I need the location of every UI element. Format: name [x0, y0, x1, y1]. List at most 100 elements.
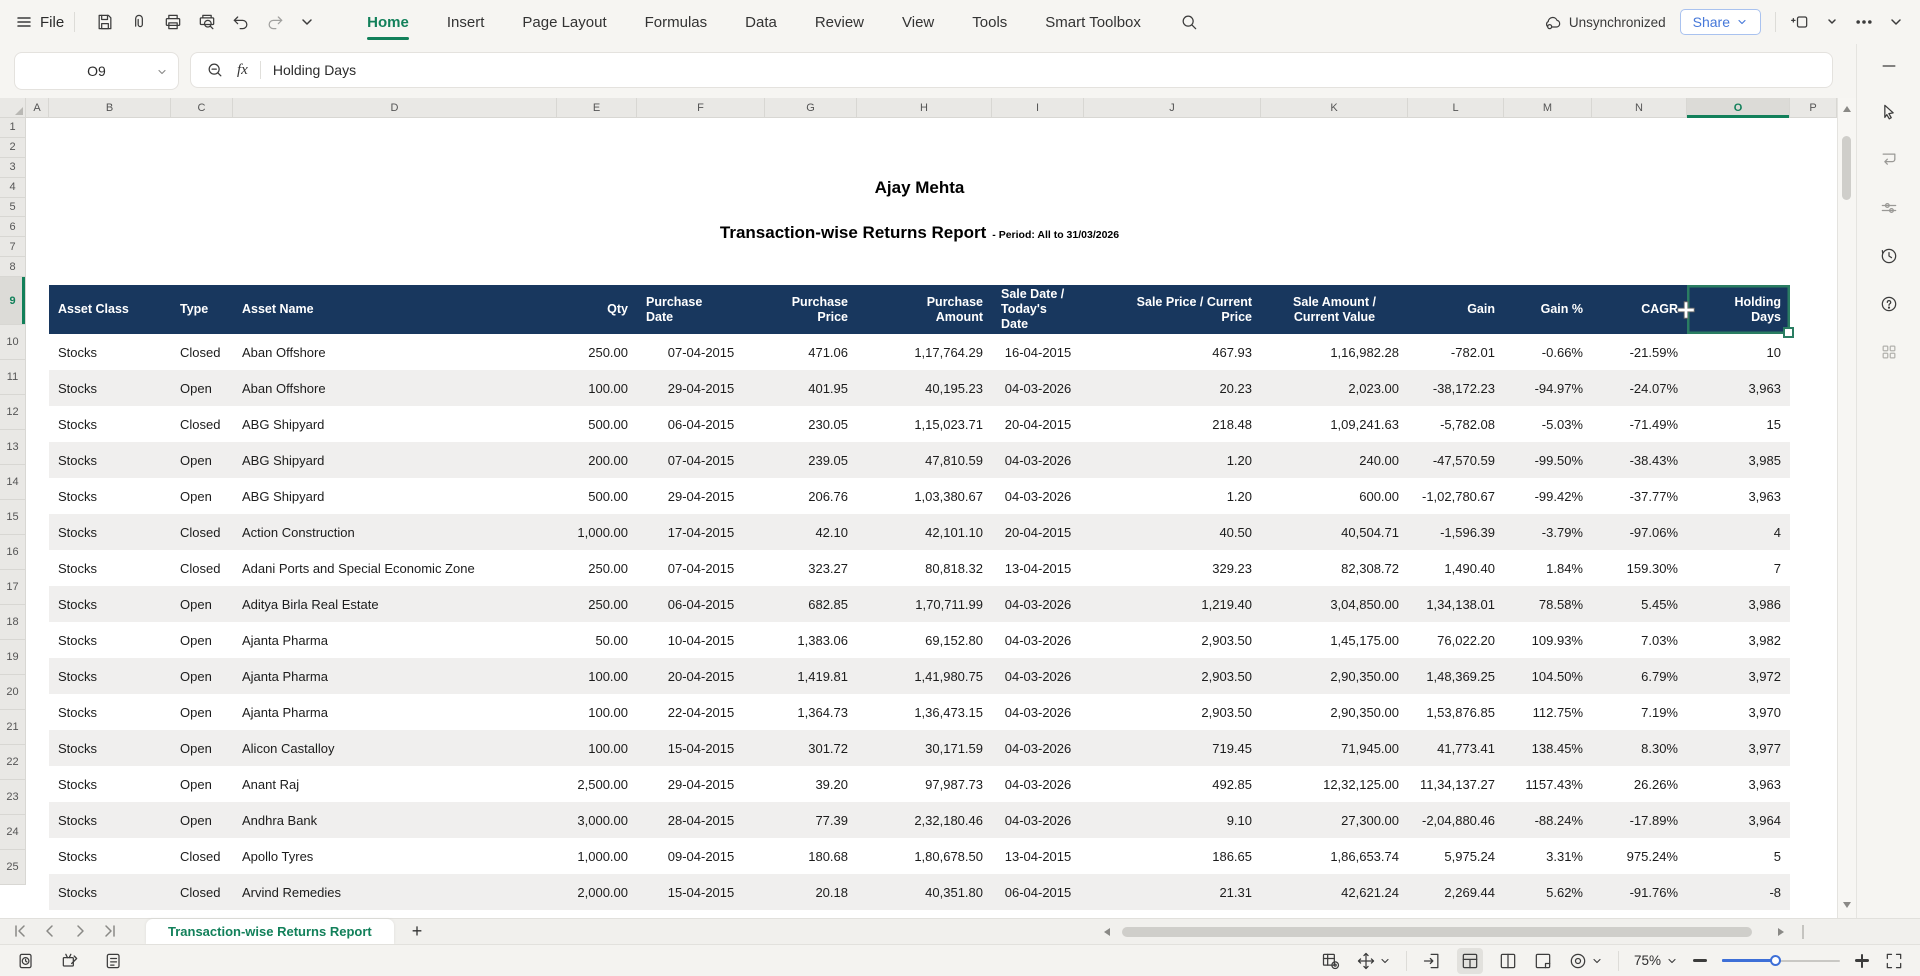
focus-mode-icon[interactable] [1568, 951, 1588, 971]
cell[interactable]: 3,000.00 [557, 802, 637, 838]
column-header-O[interactable]: O [1687, 98, 1790, 118]
cell[interactable]: Stocks [49, 874, 171, 910]
cursor-select-icon[interactable] [1879, 102, 1899, 122]
cell[interactable]: 230.05 [765, 406, 857, 442]
cell[interactable]: 76,022.20 [1408, 622, 1504, 658]
apps-grid-icon[interactable] [1879, 342, 1899, 362]
zoom-in-button[interactable] [1855, 953, 1869, 968]
cell[interactable]: 07-04-2015 [637, 442, 765, 478]
cell[interactable]: -21.59% [1592, 334, 1687, 370]
fullscreen-icon[interactable] [1884, 951, 1904, 971]
cell[interactable]: 20-04-2015 [637, 658, 765, 694]
cell[interactable]: 240.00 [1261, 442, 1408, 478]
cell[interactable]: 1,419.81 [765, 658, 857, 694]
cell[interactable]: Stocks [49, 586, 171, 622]
cell[interactable]: 492.85 [1084, 766, 1261, 802]
cell[interactable]: Open [171, 478, 233, 514]
cell[interactable]: 3,986 [1687, 586, 1790, 622]
row-header-22[interactable]: 22 [0, 745, 26, 780]
menu-tab-tools[interactable]: Tools [972, 0, 1007, 44]
row-header-24[interactable]: 24 [0, 815, 26, 850]
cell[interactable]: -782.01 [1408, 334, 1504, 370]
cell[interactable]: 1.84% [1504, 550, 1592, 586]
cell[interactable]: 39.20 [765, 766, 857, 802]
column-title-8[interactable]: Sale Price / Current Price [1084, 285, 1261, 334]
cell[interactable]: 471.06 [765, 334, 857, 370]
cell[interactable]: 180.68 [765, 838, 857, 874]
cell[interactable]: 1,15,023.71 [857, 406, 992, 442]
cell[interactable]: 29-04-2015 [637, 370, 765, 406]
cell[interactable]: Stocks [49, 550, 171, 586]
last-sheet-icon[interactable] [102, 923, 118, 939]
cell[interactable]: 3,972 [1687, 658, 1790, 694]
formula-bar[interactable]: fx Holding Days [190, 52, 1833, 88]
menu-tab-formulas[interactable]: Formulas [645, 0, 708, 44]
selected-cell-O9[interactable]: Holding Days [1677, 285, 1794, 338]
vertical-scrollbar[interactable] [1837, 98, 1856, 918]
normal-view-button[interactable] [1456, 947, 1483, 974]
cell[interactable]: 138.45% [1504, 730, 1592, 766]
horizontal-scroll-thumb[interactable] [1122, 927, 1752, 937]
cell[interactable]: 5.45% [1592, 586, 1687, 622]
cell[interactable]: 82,308.72 [1261, 550, 1408, 586]
cell[interactable]: -88.24% [1504, 802, 1592, 838]
cell[interactable]: Ajanta Pharma [233, 658, 557, 694]
cell[interactable]: 2,903.50 [1084, 658, 1261, 694]
cell[interactable]: Stocks [49, 406, 171, 442]
cell[interactable]: 13-04-2015 [992, 550, 1084, 586]
cell[interactable]: Closed [171, 874, 233, 910]
more-options-icon[interactable] [1854, 12, 1874, 32]
cell[interactable]: 239.05 [765, 442, 857, 478]
cell[interactable]: 218.48 [1084, 406, 1261, 442]
cell[interactable]: -1,596.39 [1408, 514, 1504, 550]
cell[interactable]: 2,500.00 [557, 766, 637, 802]
next-sheet-icon[interactable] [72, 923, 88, 939]
column-title-4[interactable]: Purchase Date [637, 285, 765, 334]
column-header-B[interactable]: B [49, 98, 171, 118]
cell[interactable]: 40,351.80 [857, 874, 992, 910]
cell[interactable]: 3,963 [1687, 478, 1790, 514]
cell[interactable]: 3.31% [1504, 838, 1592, 874]
cell[interactable]: -38,172.23 [1408, 370, 1504, 406]
cell[interactable]: Open [171, 694, 233, 730]
row-header-7[interactable]: 7 [0, 237, 26, 258]
cell[interactable]: Closed [171, 334, 233, 370]
cell[interactable]: 1,03,380.67 [857, 478, 992, 514]
add-sheet-button[interactable]: + [412, 918, 423, 944]
adjust-sliders-icon[interactable] [1879, 198, 1899, 218]
row-header-19[interactable]: 19 [0, 640, 26, 675]
row-header-13[interactable]: 13 [0, 430, 26, 465]
menu-tab-view[interactable]: View [902, 0, 934, 44]
cell[interactable]: Stocks [49, 334, 171, 370]
fx-icon[interactable]: fx [237, 62, 248, 79]
row-header-14[interactable]: 14 [0, 465, 26, 500]
cell[interactable]: 07-04-2015 [637, 334, 765, 370]
cell[interactable]: -17.89% [1592, 802, 1687, 838]
cell[interactable]: 500.00 [557, 406, 637, 442]
menu-tab-home[interactable]: Home [367, 0, 409, 44]
row-header-4[interactable]: 4 [0, 177, 26, 198]
pdf-export-icon[interactable] [129, 12, 149, 32]
sync-status[interactable]: Unsynchronized [1543, 12, 1666, 32]
cell[interactable]: 1,48,369.25 [1408, 658, 1504, 694]
cell[interactable]: 42,621.24 [1261, 874, 1408, 910]
row-header-17[interactable]: 17 [0, 570, 26, 605]
cell[interactable]: -3.79% [1504, 514, 1592, 550]
row-header-23[interactable]: 23 [0, 780, 26, 815]
row-header-3[interactable]: 3 [0, 157, 26, 178]
cell[interactable]: 975.24% [1592, 838, 1687, 874]
cell[interactable]: 40.50 [1084, 514, 1261, 550]
cell[interactable]: Aditya Birla Real Estate [233, 586, 557, 622]
cell[interactable]: 2,903.50 [1084, 622, 1261, 658]
row-header-12[interactable]: 12 [0, 395, 26, 430]
cell[interactable]: 2,000.00 [557, 874, 637, 910]
column-title-5[interactable]: Purchase Price [765, 285, 857, 334]
cell[interactable]: 1,70,711.99 [857, 586, 992, 622]
column-title-9[interactable]: Sale Amount / Current Value [1261, 285, 1408, 334]
column-header-E[interactable]: E [557, 98, 637, 118]
cell[interactable]: 250.00 [557, 550, 637, 586]
cell[interactable]: 04-03-2026 [992, 802, 1084, 838]
cell[interactable]: 3,982 [1687, 622, 1790, 658]
cell[interactable]: 1,16,982.28 [1261, 334, 1408, 370]
cell[interactable]: -8 [1687, 874, 1790, 910]
